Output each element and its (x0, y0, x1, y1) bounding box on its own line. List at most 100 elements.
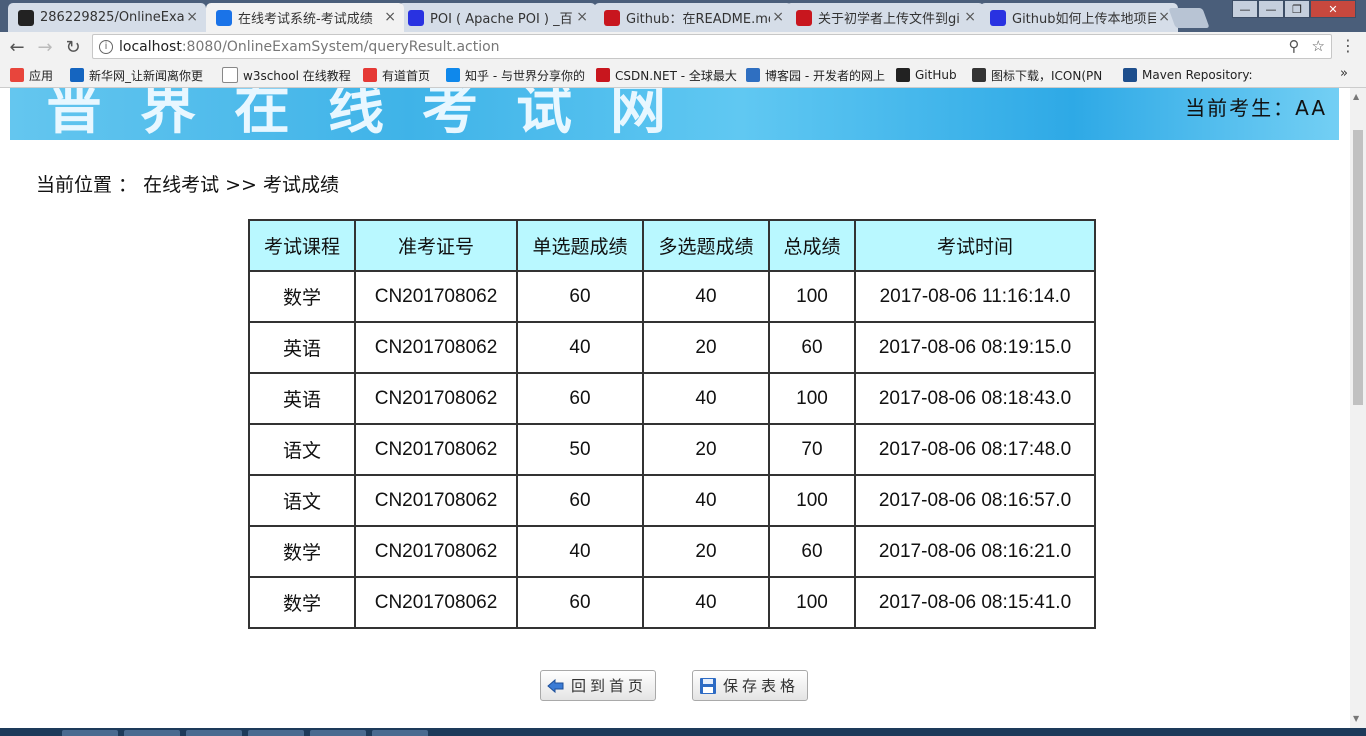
bookmark-item[interactable]: 知乎 - 与世界分享你的 (446, 66, 585, 84)
close-window-button[interactable]: ✕ (1310, 0, 1356, 18)
scroll-thumb[interactable] (1353, 130, 1363, 405)
bookmark-label: 知乎 - 与世界分享你的 (465, 68, 585, 83)
youdao-icon (363, 68, 377, 82)
bookmark-star-icon[interactable]: ☆ (1312, 37, 1325, 55)
bookmark-item[interactable]: Maven Repository: (1123, 66, 1253, 84)
table-row: 语文 CN201708062 50 20 70 2017-08-06 08:17:48.0 (248, 423, 1096, 476)
back-home-button[interactable]: 回到首页 (540, 670, 657, 701)
bookmarks-overflow-icon[interactable]: » (1340, 66, 1348, 81)
address-bar[interactable]: i localhost:8080/OnlineExamSystem/queryR… (92, 34, 1332, 59)
cnblogs-icon (746, 68, 760, 82)
total-score-cell: 100 (768, 372, 856, 425)
bookmark-label: 应用 (29, 68, 54, 83)
news-icon (70, 68, 84, 82)
table-row: 数学 CN201708062 60 40 100 2017-08-06 11:16:14.… (248, 270, 1096, 323)
minimize-button[interactable]: — (1232, 0, 1258, 18)
tab-close-icon[interactable]: × (772, 9, 784, 25)
bookmark-label: 博客园 - 开发者的网上 (765, 68, 885, 83)
bookmark-label: 图标下载，ICON(PN (991, 68, 1103, 83)
single-choice-score-cell: 60 (516, 270, 644, 323)
tab-close-icon[interactable]: × (186, 9, 198, 25)
new-tab-button[interactable] (1168, 8, 1210, 28)
single-choice-score-cell: 60 (516, 576, 644, 629)
zoom-icon[interactable]: ⚲ (1289, 37, 1300, 55)
bookmark-item[interactable]: 有道首页 (363, 66, 430, 84)
tab-close-icon[interactable]: × (1158, 9, 1170, 25)
exam-time-cell: 2017-08-06 08:15:41.0 (854, 576, 1096, 629)
column-header: 准考证号 (354, 219, 518, 272)
bookmark-item[interactable]: w3school 在线教程 (222, 66, 351, 84)
taskbar-item[interactable] (372, 730, 428, 736)
bookmarks-bar: 应用 新华网_让新闻离你更 w3school 在线教程 有道首页 知乎 - 与世界分享你… (0, 62, 1366, 88)
taskbar-item[interactable] (186, 730, 242, 736)
exam-time-cell: 2017-08-06 08:19:15.0 (854, 321, 1096, 374)
tab-title: 286229825/OnlineExam (40, 10, 184, 25)
multi-choice-score-cell: 20 (642, 525, 770, 578)
browser-tab[interactable]: 286229825/OnlineExam × (8, 3, 206, 32)
github-icon (18, 9, 34, 26)
bookmark-label: w3school 在线教程 (243, 68, 351, 83)
bookmark-item[interactable]: 应用 (10, 66, 53, 84)
total-score-cell: 100 (768, 474, 856, 527)
taskbar-item[interactable] (310, 730, 366, 736)
table-row: 语文 CN201708062 60 40 100 2017-08-06 08:16:57.… (248, 474, 1096, 527)
page-content: 晋界在线考试网 当前考生：AA 当前位置 ： 在线考试 >> 考试成绩 考试课程… (0, 88, 1350, 728)
taskbar-item[interactable] (62, 730, 118, 736)
tab-close-icon[interactable]: × (964, 9, 976, 25)
column-header: 考试课程 (248, 219, 356, 272)
reload-icon[interactable]: ↻ (62, 36, 84, 58)
taskbar-item[interactable] (248, 730, 304, 736)
back-home-label: 回到首页 (571, 677, 648, 695)
tab-title: 在线考试系统-考试成绩 (238, 12, 373, 27)
bookmark-label: GitHub (915, 68, 957, 82)
icon-download-icon (972, 68, 986, 82)
ticket-number-cell: CN201708062 (354, 576, 518, 629)
ticket-number-cell: CN201708062 (354, 525, 518, 578)
save-disk-icon (699, 677, 717, 695)
tab-close-icon[interactable]: × (384, 9, 396, 25)
course-cell: 数学 (248, 270, 356, 323)
exam-time-cell: 2017-08-06 08:16:21.0 (854, 525, 1096, 578)
browser-tab[interactable]: Github：在README.md × (594, 3, 792, 32)
browser-menu-icon[interactable]: ⋮ (1340, 36, 1356, 55)
browser-tab[interactable]: POI ( Apache POI ) _百 × (398, 3, 596, 32)
browser-tab[interactable]: Github如何上传本地项目 × (980, 3, 1178, 32)
table-header-row: 考试课程 准考证号 单选题成绩 多选题成绩 总成绩 考试时间 (248, 219, 1096, 272)
browser-tab[interactable]: 关于初学者上传文件到gi × (786, 3, 984, 32)
bookmark-label: Maven Repository: (1142, 68, 1253, 82)
course-cell: 语文 (248, 423, 356, 476)
tab-title: Github如何上传本地项目 (1012, 12, 1156, 27)
maximize-button[interactable]: ❐ (1284, 0, 1310, 18)
total-score-cell: 100 (768, 270, 856, 323)
vertical-scrollbar[interactable]: ▲ ▼ (1350, 88, 1366, 728)
single-choice-score-cell: 40 (516, 525, 644, 578)
bookmark-item[interactable]: 博客园 - 开发者的网上 (746, 66, 885, 84)
column-header: 总成绩 (768, 219, 856, 272)
site-info-icon[interactable]: i (99, 39, 113, 54)
course-cell: 英语 (248, 372, 356, 425)
scroll-down-icon[interactable]: ▼ (1353, 714, 1359, 723)
multi-choice-score-cell: 20 (642, 321, 770, 374)
page-icon (222, 67, 238, 83)
save-table-label: 保存表格 (723, 677, 800, 695)
total-score-cell: 60 (768, 321, 856, 374)
maven-icon (1123, 68, 1137, 82)
ticket-number-cell: CN201708062 (354, 474, 518, 527)
course-cell: 英语 (248, 321, 356, 374)
scroll-up-icon[interactable]: ▲ (1353, 92, 1359, 101)
site-banner: 晋界在线考试网 当前考生：AA (10, 88, 1339, 140)
save-table-button[interactable]: 保存表格 (692, 670, 809, 701)
browser-tab[interactable]: 在线考试系统-考试成绩 × (206, 3, 404, 32)
column-header: 考试时间 (854, 219, 1096, 272)
course-cell: 语文 (248, 474, 356, 527)
bookmark-item[interactable]: 新华网_让新闻离你更 (70, 66, 203, 84)
github-icon (896, 68, 910, 82)
taskbar-item[interactable] (124, 730, 180, 736)
bookmark-item[interactable]: GitHub (896, 66, 957, 84)
back-icon[interactable]: ← (6, 36, 28, 58)
bookmark-item[interactable]: CSDN.NET - 全球最大 (596, 66, 737, 84)
forward-icon[interactable]: → (34, 36, 56, 58)
restore-button[interactable]: — (1258, 0, 1284, 18)
tab-close-icon[interactable]: × (576, 9, 588, 25)
bookmark-item[interactable]: 图标下载，ICON(PN (972, 66, 1102, 84)
